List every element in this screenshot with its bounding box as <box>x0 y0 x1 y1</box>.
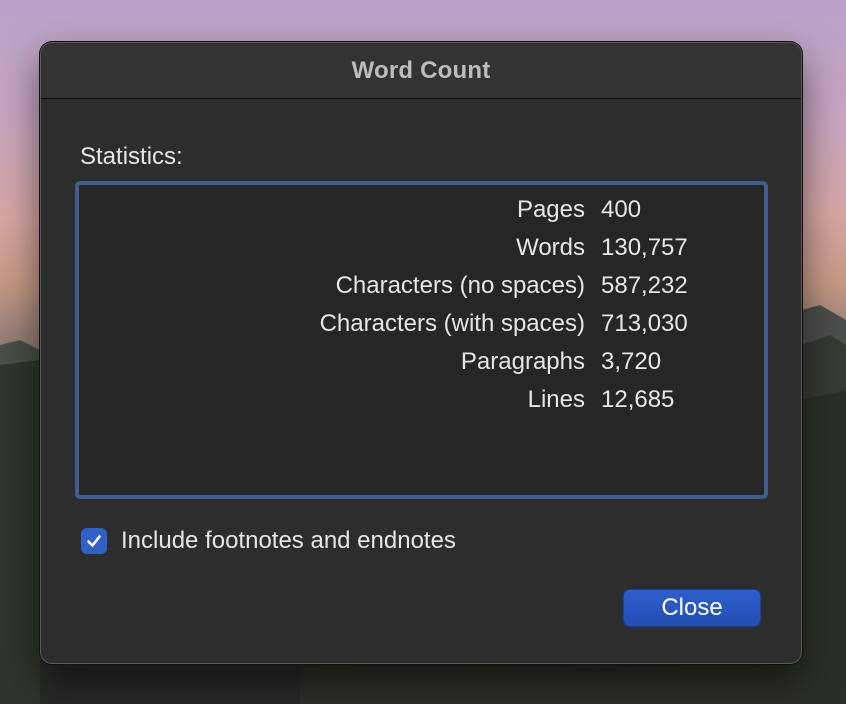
stat-value: 400 <box>601 196 642 223</box>
word-count-dialog: Word Count Statistics: Pages 400 Words 1… <box>40 42 802 664</box>
stat-value: 130,757 <box>601 234 688 261</box>
close-button[interactable]: Close <box>623 589 761 627</box>
stat-name: Words <box>516 234 585 261</box>
dialog-title: Word Count <box>351 56 491 84</box>
include-footnotes-checkbox[interactable] <box>81 528 107 554</box>
stat-row-pages: Pages 400 <box>79 191 764 229</box>
statistics-list: Pages 400 Words 130,757 Characters (no s… <box>75 181 768 499</box>
stat-value: 3,720 <box>601 348 662 375</box>
stat-value: 713,030 <box>601 310 688 337</box>
stat-name: Pages <box>516 196 585 223</box>
stat-row-characters-no-spaces: Characters (no spaces) 587,232 <box>79 267 764 305</box>
stat-name: Characters (with spaces) <box>319 310 585 337</box>
statistics-label: Statistics: <box>80 143 183 170</box>
include-footnotes-option[interactable]: Include footnotes and endnotes <box>81 527 456 555</box>
stat-name: Characters (no spaces) <box>335 272 585 299</box>
stat-name: Paragraphs <box>460 348 585 375</box>
stat-value: 12,685 <box>601 386 675 413</box>
checkmark-icon <box>87 535 101 547</box>
stat-row-lines: Lines 12,685 <box>79 381 764 419</box>
dialog-titlebar: Word Count <box>41 43 801 99</box>
stat-row-words: Words 130,757 <box>79 229 764 267</box>
stat-row-characters-with-spaces: Characters (with spaces) 713,030 <box>79 305 764 343</box>
stat-name: Lines <box>527 386 585 413</box>
stat-value: 587,232 <box>601 272 688 299</box>
stat-row-paragraphs: Paragraphs 3,720 <box>79 343 764 381</box>
include-footnotes-label[interactable]: Include footnotes and endnotes <box>121 527 456 555</box>
